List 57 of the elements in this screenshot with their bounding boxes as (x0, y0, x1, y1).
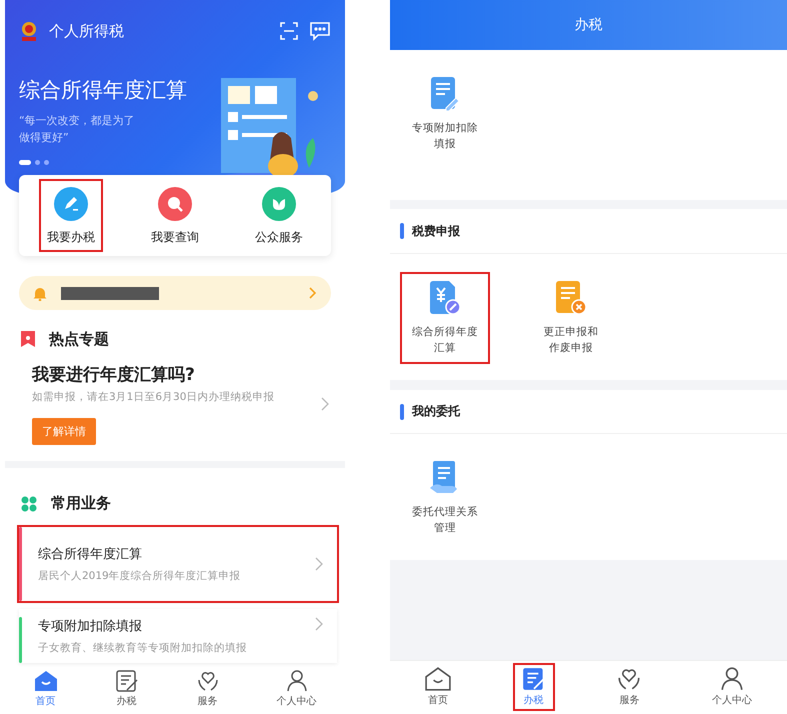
section-title: 常用业务 (51, 494, 111, 514)
tab-bar-item[interactable]: 首页 (26, 666, 66, 712)
card-subtitle: 子女教育、继续教育等专项附加扣除的填报 (38, 641, 248, 656)
chevron-right-icon (315, 617, 323, 632)
tab-bar-item[interactable]: 服务 (188, 666, 228, 712)
section-title: 热点专题 (49, 330, 109, 349)
four-leaf-grid-icon (21, 496, 37, 512)
service-tile[interactable]: 更正申报和 作废申报 (526, 272, 616, 364)
document-cross-icon (555, 280, 587, 316)
quick-action-button[interactable]: 公众服务 (247, 179, 311, 252)
service-tile[interactable]: 专项附加扣除 填报 (400, 68, 490, 160)
bookmark-star-icon (21, 331, 35, 348)
quick-action-button[interactable]: 我要查询 (143, 179, 207, 252)
search-icon (158, 187, 192, 222)
service-card[interactable]: 综合所得年度汇算 居民个人2019年度综合所得年度汇算申报 (19, 527, 337, 602)
app-title: 个人所得税 (49, 22, 124, 40)
bell-icon (33, 286, 47, 301)
banner-title: 综合所得年度汇算 (19, 77, 187, 104)
pencil-icon (54, 187, 88, 222)
chevron-right-icon (321, 396, 329, 411)
heart-hands-icon (616, 667, 642, 692)
chevron-right-icon (309, 287, 317, 300)
yen-document-icon (429, 280, 461, 316)
service-tile[interactable]: 综合所得年度 汇算 (400, 272, 490, 364)
service-card[interactable]: 专项附加扣除填报 子女教育、继续教育等专项附加扣除的填报 (19, 609, 337, 664)
carousel-dot[interactable] (35, 160, 40, 165)
emblem-icon (19, 20, 39, 42)
tab-bar-item[interactable]: 办税 (512, 663, 555, 712)
card-subtitle: 居民个人2019年度综合所得年度汇算申报 (38, 569, 242, 584)
tab-bar-item[interactable]: 个人中心 (268, 666, 324, 712)
chevron-right-icon (315, 557, 323, 572)
document-pen-icon (114, 670, 138, 692)
card-title: 综合所得年度汇算 (38, 546, 143, 564)
topic-subtitle: 如需申报，请在3月1日至6月30日内办理纳税申报 (32, 390, 276, 404)
banner-quote: “每一次改变，都是为了 做得更好” (19, 113, 136, 146)
home-icon (34, 670, 58, 692)
heart-hands-icon (196, 670, 220, 692)
person-icon (719, 667, 746, 692)
topic-headline[interactable]: 我要进行年度汇算吗? (32, 362, 321, 386)
card-title: 专项附加扣除填报 (38, 618, 143, 636)
tab-bar-item[interactable]: 办税 (106, 666, 146, 712)
tab-bar-item[interactable]: 服务 (608, 663, 650, 712)
tab-bar-item[interactable]: 个人中心 (704, 663, 760, 712)
document-pen-icon (430, 76, 460, 112)
scan-icon[interactable] (279, 21, 299, 41)
section-title: 我的委托 (412, 403, 460, 420)
service-tile[interactable]: 委托代理关系 管理 (400, 452, 490, 544)
person-icon (284, 670, 308, 692)
carousel-dot[interactable] (44, 160, 49, 165)
section-title: 税费申报 (412, 222, 460, 240)
notice-bar[interactable] (19, 276, 331, 310)
message-icon[interactable] (309, 21, 331, 41)
quick-action-button[interactable]: 我要办税 (39, 179, 103, 252)
tab-bar-item[interactable]: 首页 (416, 663, 459, 712)
page-title: 办税 (574, 16, 602, 34)
home-icon (424, 667, 451, 692)
sprout-icon (262, 187, 296, 222)
